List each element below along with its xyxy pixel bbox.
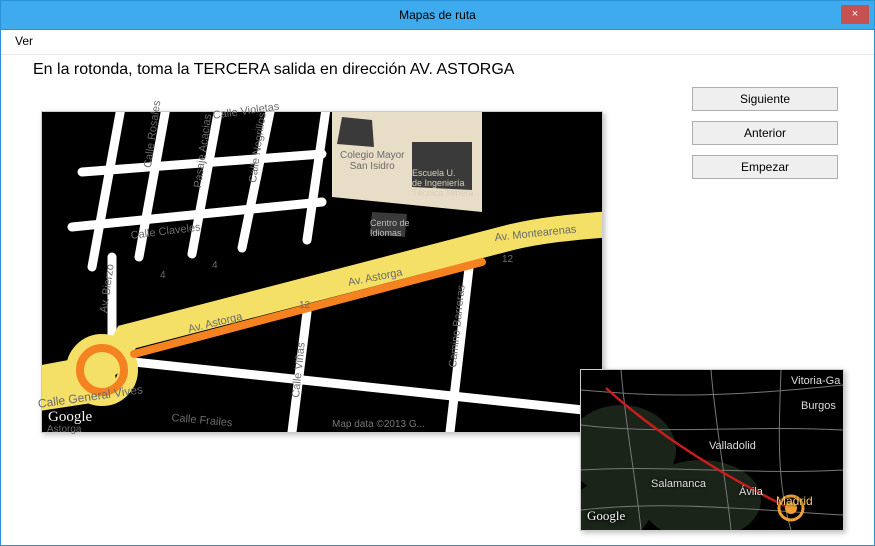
close-button[interactable]: × — [841, 5, 869, 24]
poi-colegio: Colegio Mayor San Isidro — [340, 150, 404, 172]
mini-map[interactable]: Madrid Valladolid Salamanca Ávila Burgos… — [580, 369, 844, 531]
housenum-1: 4 — [160, 270, 166, 281]
city-salamanca: Salamanca — [651, 478, 706, 490]
map-attribution: Map data ©2013 G... — [332, 419, 594, 430]
housenum-4: 12 — [502, 254, 513, 265]
menu-ver[interactable]: Ver — [7, 32, 41, 50]
google-logo: Google — [48, 409, 92, 426]
window-title: Mapas de ruta — [1, 1, 874, 29]
city-burgos: Burgos — [801, 400, 836, 412]
city-valladolid: Valladolid — [709, 440, 756, 452]
titlebar: Mapas de ruta × — [1, 1, 874, 30]
city-madrid: Madrid — [776, 494, 813, 508]
start-button[interactable]: Empezar — [692, 155, 838, 179]
prev-button[interactable]: Anterior — [692, 121, 838, 145]
city-vitoria: Vitoria-Ga — [791, 375, 840, 387]
poi-escuela: Escuela U. de Ingeniería Técnica Minera — [412, 168, 474, 198]
google-logo-mini: Google — [587, 508, 625, 524]
city-avila: Ávila — [739, 486, 763, 498]
main-map[interactable]: Av. Astorga Av. Astorga Av. Montearenas … — [41, 111, 603, 433]
housenum-3: 12 — [299, 300, 310, 311]
next-button[interactable]: Siguiente — [692, 87, 838, 111]
poi-centro: Centro de Idiomas — [370, 218, 410, 238]
housenum-2: 4 — [212, 260, 218, 271]
menubar: Ver — [1, 30, 874, 55]
instruction-text: En la rotonda, toma la TERCERA salida en… — [33, 61, 866, 79]
